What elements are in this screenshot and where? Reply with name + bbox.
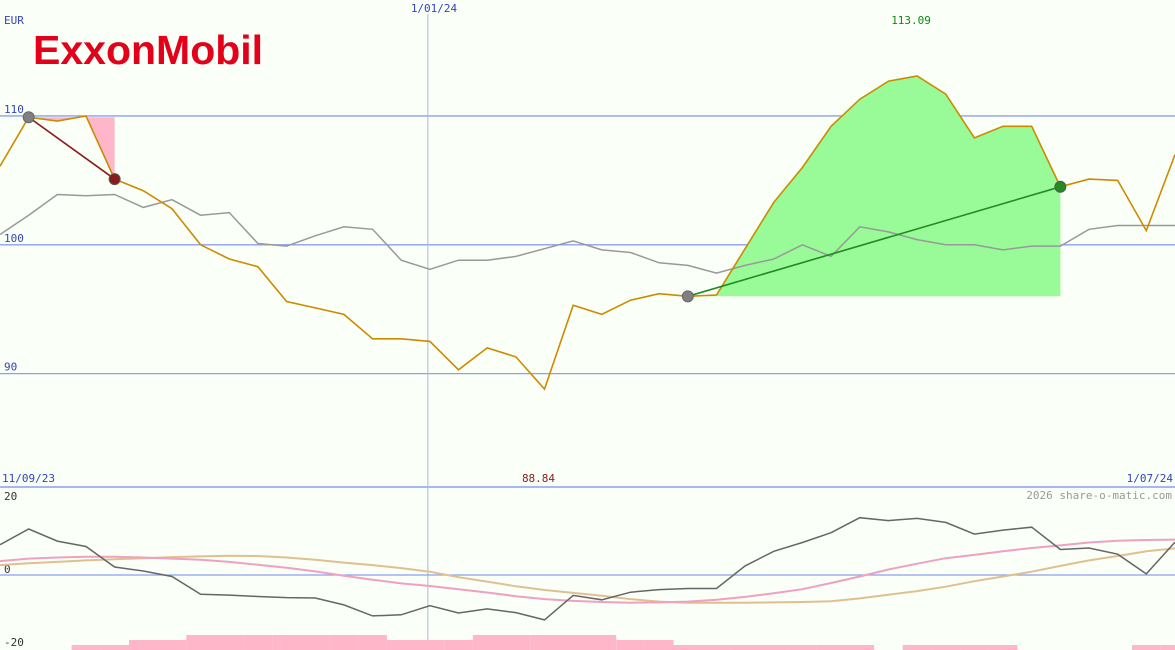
histogram-bar bbox=[129, 640, 158, 650]
histogram-bar bbox=[186, 635, 215, 650]
min-value-label: 88.84 bbox=[522, 472, 555, 485]
logo-text: ExxonMobil bbox=[33, 27, 263, 73]
histogram-bar bbox=[702, 645, 731, 650]
histogram-bar bbox=[71, 645, 101, 650]
histogram-bar bbox=[616, 640, 645, 650]
histogram-bar bbox=[329, 635, 359, 650]
histogram-bar bbox=[272, 635, 301, 650]
histogram-bar bbox=[902, 645, 932, 650]
end-date-label: 1/07/24 bbox=[1127, 472, 1174, 485]
histogram-bar bbox=[415, 640, 445, 650]
histogram-bar bbox=[243, 635, 273, 650]
histogram-bar bbox=[816, 645, 846, 650]
y-tick-label: 90 bbox=[4, 361, 17, 374]
histogram-bar bbox=[988, 645, 1018, 650]
histogram-bar bbox=[587, 635, 617, 650]
histogram-bar bbox=[157, 640, 187, 650]
currency-label: EUR bbox=[4, 14, 24, 27]
histogram-bar bbox=[644, 640, 674, 650]
trade-exit-marker bbox=[108, 173, 121, 186]
max-value-label: 113.09 bbox=[891, 14, 931, 27]
histogram-bar bbox=[530, 635, 559, 650]
histogram-bar bbox=[759, 645, 789, 650]
date-marker-label: 1/01/24 bbox=[411, 2, 458, 15]
histogram-bar bbox=[788, 645, 817, 650]
histogram-bar bbox=[558, 635, 588, 650]
histogram-bar bbox=[386, 640, 416, 650]
histogram-bar bbox=[730, 645, 760, 650]
start-date-label: 11/09/23 bbox=[2, 472, 55, 485]
histogram-bar bbox=[444, 640, 473, 650]
histogram-bar bbox=[1132, 645, 1161, 650]
histogram-bar bbox=[1160, 645, 1175, 650]
trade-exit-marker bbox=[1054, 180, 1067, 193]
exxonmobil-logo: ExxonMobil bbox=[33, 27, 263, 73]
y-tick-label: 100 bbox=[4, 232, 24, 245]
histogram-bar bbox=[100, 645, 129, 650]
trade-entry-marker bbox=[22, 111, 35, 124]
watermark: 2026 share-o-matic.com bbox=[1026, 489, 1172, 502]
oscillator-tick-label: -20 bbox=[4, 636, 24, 649]
histogram-bar bbox=[358, 635, 387, 650]
histogram-bar bbox=[300, 635, 330, 650]
histogram-bar bbox=[845, 645, 875, 650]
trade-entry-marker bbox=[681, 290, 694, 303]
histogram-bar bbox=[931, 645, 961, 650]
histogram-bar bbox=[960, 645, 989, 650]
histogram-bar bbox=[673, 645, 703, 650]
histogram-bar bbox=[501, 635, 531, 650]
histogram-bar bbox=[472, 635, 502, 650]
stock-chart: ExxonMobil 90 100 110 EUR 1/01/24 113.09 8… bbox=[0, 0, 1175, 650]
histogram-bar bbox=[214, 635, 244, 650]
y-tick-label: 110 bbox=[4, 103, 24, 116]
oscillator-tick-label: 20 bbox=[4, 490, 17, 503]
